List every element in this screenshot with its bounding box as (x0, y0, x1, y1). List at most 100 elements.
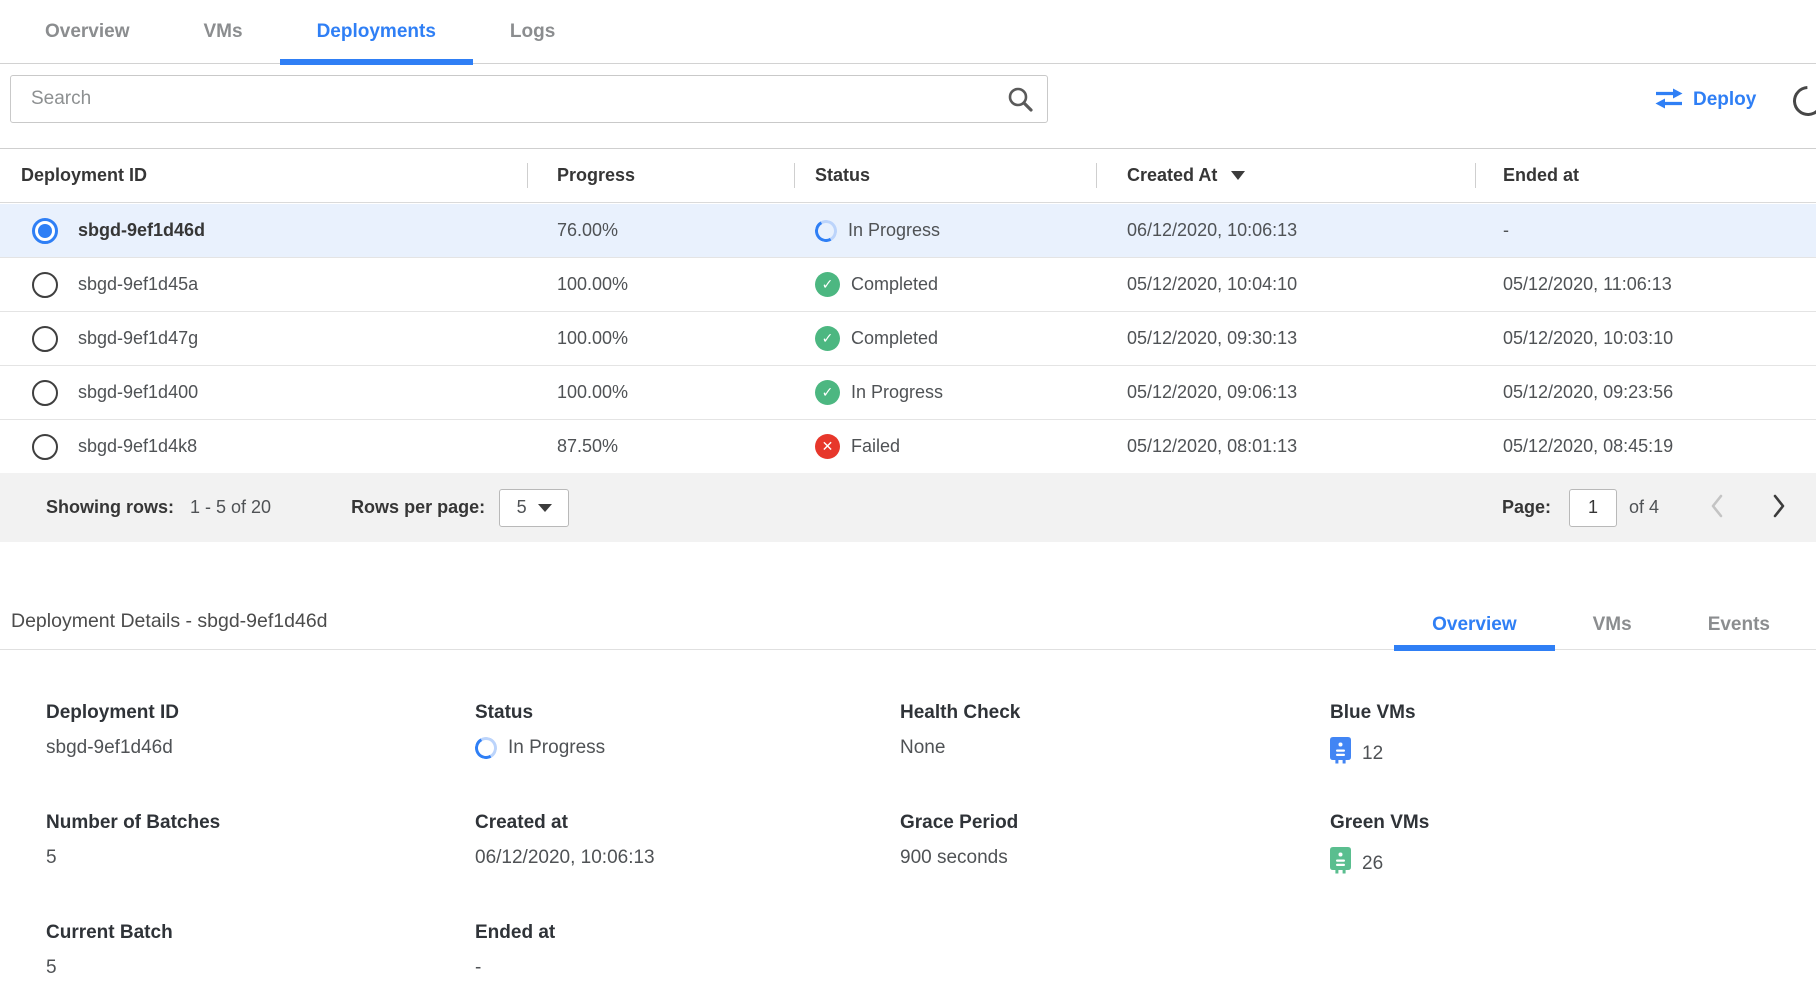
field-value: None (900, 737, 1020, 759)
ended-at-cell: 05/12/2020, 08:45:19 (1475, 436, 1816, 457)
table-row[interactable]: sbgd-9ef1d46d 76.00% In Progress 06/12/2… (0, 204, 1816, 258)
deploy-button-label: Deploy (1693, 89, 1756, 111)
status-cell: Completed (851, 274, 938, 295)
field-label: Blue VMs (1330, 702, 1416, 724)
field-ended-at: Ended at - (475, 922, 555, 979)
swap-arrows-icon (1655, 88, 1683, 112)
search-input[interactable] (10, 75, 1048, 123)
field-health-check: Health Check None (900, 702, 1020, 759)
row-radio[interactable] (32, 326, 58, 352)
row-radio[interactable] (32, 380, 58, 406)
deployment-id-cell: sbgd-9ef1d47g (78, 328, 198, 349)
column-divider (527, 163, 528, 188)
showing-rows-label: Showing rows: (46, 497, 174, 518)
status-cell: Failed (851, 436, 900, 457)
in-progress-spinner-icon (813, 217, 840, 244)
row-radio[interactable] (32, 272, 58, 298)
rows-per-page-value: 5 (517, 497, 527, 518)
table-row[interactable]: sbgd-9ef1d4k8 87.50% ✕ Failed 05/12/2020… (0, 420, 1816, 474)
sort-caret-down-icon[interactable] (1231, 171, 1245, 180)
deployment-id-cell: sbgd-9ef1d4k8 (78, 436, 197, 457)
created-at-cell: 06/12/2020, 10:06:13 (1096, 220, 1475, 241)
completed-check-icon: ✓ (815, 380, 840, 405)
tab-vms[interactable]: VMs (167, 0, 280, 64)
chevron-down-icon (538, 504, 552, 512)
deploy-button[interactable]: Deploy (1655, 88, 1756, 112)
field-value: In Progress (508, 737, 605, 759)
details-tab-bar: Overview VMs Events (1394, 600, 1808, 650)
progress-cell: 87.50% (527, 436, 794, 457)
tab-logs[interactable]: Logs (473, 0, 592, 64)
progress-cell: 76.00% (527, 220, 794, 241)
field-status: Status In Progress (475, 702, 605, 759)
chevron-left-icon (1709, 492, 1725, 523)
column-divider (1475, 163, 1476, 188)
deployment-id-cell: sbgd-9ef1d400 (78, 382, 198, 403)
rows-per-page-select[interactable]: 5 (499, 489, 569, 527)
field-label: Number of Batches (46, 812, 220, 834)
page-tab-bar: Overview VMs Deployments Logs (0, 0, 1816, 64)
table-header: Deployment ID Progress Status Created At… (0, 148, 1816, 203)
field-label: Green VMs (1330, 812, 1429, 834)
failed-x-icon: ✕ (815, 434, 840, 459)
server-icon-green (1330, 847, 1351, 880)
field-grace-period: Grace Period 900 seconds (900, 812, 1018, 869)
search-icon[interactable] (1007, 86, 1034, 118)
server-icon-blue (1330, 737, 1351, 770)
row-radio-selected[interactable] (32, 218, 58, 244)
field-label: Health Check (900, 702, 1020, 724)
page-number-input[interactable] (1569, 489, 1617, 527)
progress-cell: 100.00% (527, 328, 794, 349)
page-total-label: of 4 (1629, 497, 1659, 518)
field-label: Deployment ID (46, 702, 179, 724)
page-label: Page: (1502, 497, 1551, 518)
ended-at-cell: 05/12/2020, 09:23:56 (1475, 382, 1816, 403)
field-value: 5 (46, 957, 173, 979)
column-header-status[interactable]: Status (794, 149, 1096, 202)
status-cell: In Progress (851, 382, 943, 403)
field-value: 900 seconds (900, 847, 1018, 869)
field-current-batch: Current Batch 5 (46, 922, 173, 979)
tab-overview[interactable]: Overview (8, 0, 167, 64)
created-at-cell: 05/12/2020, 10:04:10 (1096, 274, 1475, 295)
field-value: - (475, 957, 555, 979)
column-header-deployment-id[interactable]: Deployment ID (0, 149, 527, 202)
chevron-right-icon (1771, 492, 1787, 523)
field-label: Ended at (475, 922, 555, 944)
ended-at-cell: 05/12/2020, 10:03:10 (1475, 328, 1816, 349)
details-tab-overview[interactable]: Overview (1394, 600, 1555, 650)
field-value: 12 (1362, 743, 1383, 765)
table-row[interactable]: sbgd-9ef1d400 100.00% ✓ In Progress 05/1… (0, 366, 1816, 420)
table-row[interactable]: sbgd-9ef1d47g 100.00% ✓ Completed 05/12/… (0, 312, 1816, 366)
next-page-button[interactable] (1771, 492, 1787, 523)
deployment-id-cell: sbgd-9ef1d45a (78, 274, 198, 295)
search-box (10, 75, 1048, 123)
column-header-created-at[interactable]: Created At (1096, 149, 1475, 202)
status-cell: In Progress (848, 220, 940, 241)
column-header-progress[interactable]: Progress (527, 149, 794, 202)
field-value: 5 (46, 847, 220, 869)
status-cell: Completed (851, 328, 938, 349)
row-radio[interactable] (32, 434, 58, 460)
completed-check-icon: ✓ (815, 272, 840, 297)
field-value: sbgd-9ef1d46d (46, 737, 179, 759)
rows-per-page-label: Rows per page: (351, 497, 485, 518)
details-tab-vms[interactable]: VMs (1555, 600, 1670, 650)
details-tab-events[interactable]: Events (1670, 600, 1808, 650)
completed-check-icon: ✓ (815, 326, 840, 351)
column-header-ended-at[interactable]: Ended at (1475, 149, 1816, 202)
tab-deployments[interactable]: Deployments (280, 0, 473, 64)
field-blue-vms: Blue VMs 12 (1330, 702, 1416, 770)
table-row[interactable]: sbgd-9ef1d45a 100.00% ✓ Completed 05/12/… (0, 258, 1816, 312)
field-green-vms: Green VMs 26 (1330, 812, 1429, 880)
previous-page-button[interactable] (1709, 492, 1725, 523)
progress-cell: 100.00% (527, 274, 794, 295)
deployment-id-cell: sbgd-9ef1d46d (78, 220, 205, 241)
field-created-at: Created at 06/12/2020, 10:06:13 (475, 812, 655, 869)
refresh-icon[interactable] (1787, 80, 1816, 122)
table-body: sbgd-9ef1d46d 76.00% In Progress 06/12/2… (0, 204, 1816, 474)
field-deployment-id: Deployment ID sbgd-9ef1d46d (46, 702, 179, 759)
field-value: 06/12/2020, 10:06:13 (475, 847, 655, 869)
column-divider (794, 163, 795, 188)
field-label: Grace Period (900, 812, 1018, 834)
